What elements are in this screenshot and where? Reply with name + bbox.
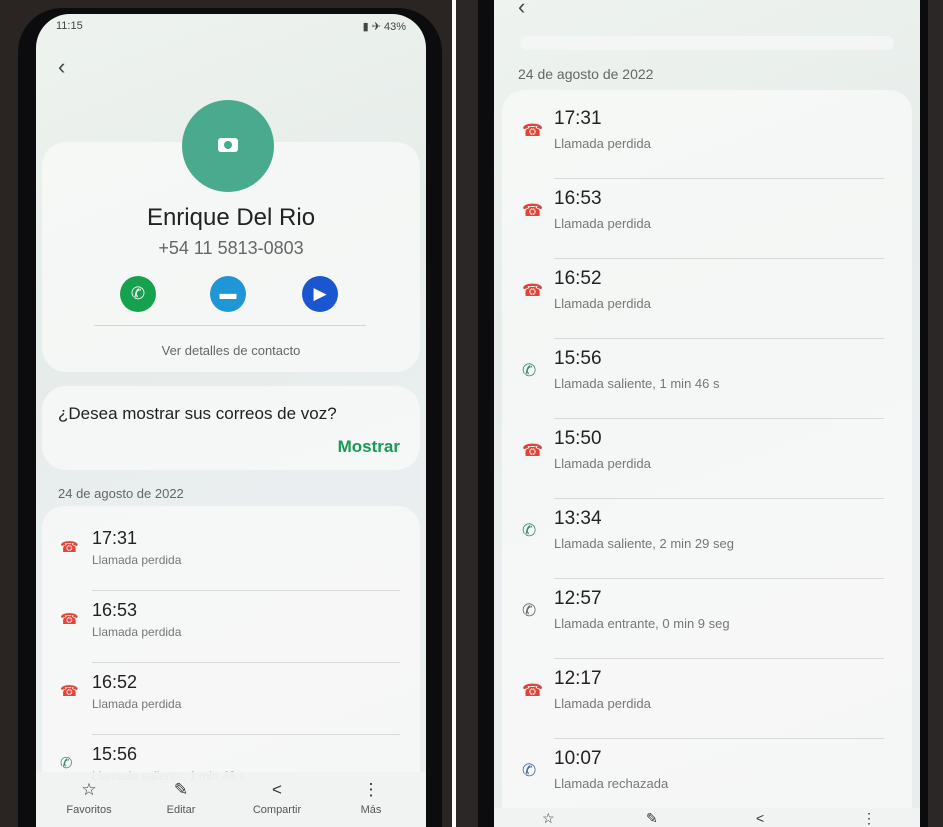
- bottom-nav: ☆ ✎ < ⋮: [494, 808, 920, 827]
- divider: [554, 658, 884, 659]
- edit-button[interactable]: ✎ Editar: [136, 772, 226, 816]
- missed-call-icon: ☎: [60, 539, 79, 556]
- call-time: 12:57: [554, 588, 602, 609]
- divider: [92, 590, 400, 591]
- voicemail-card: [42, 386, 420, 470]
- camera-icon: [218, 138, 238, 152]
- call-time: 13:34: [554, 508, 602, 529]
- incoming-call-icon: ✆: [522, 601, 537, 620]
- divider: [554, 498, 884, 499]
- divider: [554, 258, 884, 259]
- divider: [554, 418, 884, 419]
- call-log-date: 24 de agosto de 2022: [58, 486, 184, 501]
- more-icon[interactable]: ⋮: [862, 810, 876, 827]
- show-voicemail-button[interactable]: Mostrar: [338, 437, 400, 457]
- nav-label: Más: [360, 804, 382, 816]
- divider: [554, 738, 884, 739]
- star-icon: ☆: [81, 780, 97, 799]
- call-time: 17:31: [92, 528, 138, 548]
- call-description: Llamada perdida: [554, 216, 651, 231]
- call-time: 15:50: [554, 428, 602, 449]
- outgoing-call-icon: ✆: [60, 755, 73, 772]
- star-icon[interactable]: ☆: [542, 810, 555, 827]
- call-description: Llamada perdida: [554, 456, 651, 471]
- bottom-nav: ☆ Favoritos ✎ Editar < Compartir ⋮ Más: [36, 772, 426, 827]
- divider: [554, 578, 884, 579]
- outgoing-call-icon: ✆: [522, 361, 537, 380]
- missed-call-icon: ☎: [522, 201, 544, 220]
- contact-name: Enrique Del Rio: [146, 204, 316, 231]
- share-icon: <: [272, 780, 282, 799]
- call-time: 16:53: [554, 188, 602, 209]
- video-call-button[interactable]: ▶: [302, 276, 338, 312]
- pencil-icon[interactable]: ✎: [646, 810, 658, 827]
- call-time: 16:52: [554, 268, 602, 289]
- favorites-button[interactable]: ☆ Favoritos: [44, 772, 134, 816]
- status-time: 11:15: [56, 20, 83, 32]
- call-description: Llamada saliente, 2 min 29 seg: [554, 536, 734, 551]
- call-time: 15:56: [92, 744, 138, 764]
- nav-label: Favoritos: [66, 804, 112, 816]
- outgoing-call-icon: ✆: [522, 521, 537, 540]
- call-description: Llamada perdida: [554, 696, 651, 711]
- nav-label: Editar: [166, 804, 196, 816]
- back-chevron-icon[interactable]: ‹: [518, 0, 525, 18]
- contact-screen: 11:15 ▮ ✈ 43% ‹ Enrique Del Rio +54 11 5…: [36, 14, 426, 827]
- pencil-icon: ✎: [173, 780, 189, 799]
- message-button[interactable]: ▬: [210, 276, 246, 312]
- divider: [554, 338, 884, 339]
- call-description: Llamada perdida: [92, 625, 182, 639]
- divider: [94, 325, 366, 326]
- call-time: 12:17: [554, 668, 602, 689]
- call-description: Llamada saliente, 1 min 46 s: [554, 376, 720, 391]
- right-photo: ‹ 24 de agosto de 2022 ☎ 17:31 Llamada per…: [456, 0, 943, 827]
- status-icons: ▮ ✈ 43%: [362, 21, 406, 33]
- call-time: 15:56: [554, 348, 602, 369]
- message-icon: ▬: [219, 284, 237, 303]
- call-description: Llamada perdida: [554, 136, 651, 151]
- call-button[interactable]: ✆: [120, 276, 156, 312]
- divider: [92, 662, 400, 663]
- share-button[interactable]: < Compartir: [232, 772, 322, 816]
- rejected-call-icon: ✆: [522, 761, 537, 780]
- call-time: 16:52: [92, 672, 138, 692]
- call-time: 16:53: [92, 600, 138, 620]
- call-log-date: 24 de agosto de 2022: [518, 66, 654, 82]
- left-photo: 11:15 ▮ ✈ 43% ‹ Enrique Del Rio +54 11 5…: [0, 0, 452, 827]
- share-icon[interactable]: <: [756, 810, 764, 826]
- phone-icon: ✆: [130, 284, 146, 303]
- call-description: Llamada perdida: [92, 697, 182, 711]
- back-chevron-icon[interactable]: ‹: [58, 56, 65, 78]
- call-description: Llamada rechazada: [554, 776, 669, 791]
- contact-details-link[interactable]: Ver detalles de contacto: [36, 343, 426, 358]
- battery-level: 43%: [383, 21, 406, 33]
- video-icon: ▶: [313, 284, 327, 303]
- voicemail-question: ¿Desea mostrar sus correos de voz?: [58, 404, 337, 423]
- call-log-screen: ‹ 24 de agosto de 2022 ☎ 17:31 Llamada per…: [494, 0, 920, 827]
- divider: [92, 734, 400, 735]
- more-button[interactable]: ⋮ Más: [326, 772, 416, 816]
- missed-call-icon: ☎: [522, 281, 544, 300]
- scrolled-card-edge: [520, 36, 894, 50]
- missed-call-icon: ☎: [522, 681, 544, 700]
- missed-call-icon: ☎: [60, 683, 79, 700]
- call-description: Llamada perdida: [554, 296, 651, 311]
- more-icon: ⋮: [362, 780, 380, 799]
- call-time: 17:31: [554, 108, 602, 129]
- divider: [554, 178, 884, 179]
- call-description: Llamada entrante, 0 min 9 seg: [554, 616, 730, 631]
- avatar[interactable]: [182, 100, 274, 192]
- call-description: Llamada perdida: [92, 553, 182, 567]
- nav-label: Compartir: [252, 804, 302, 816]
- call-time: 10:07: [554, 748, 602, 769]
- missed-call-icon: ☎: [522, 121, 544, 140]
- missed-call-icon: ☎: [522, 441, 544, 460]
- missed-call-icon: ☎: [60, 611, 79, 628]
- contact-phone: +54 11 5813-0803: [158, 238, 304, 258]
